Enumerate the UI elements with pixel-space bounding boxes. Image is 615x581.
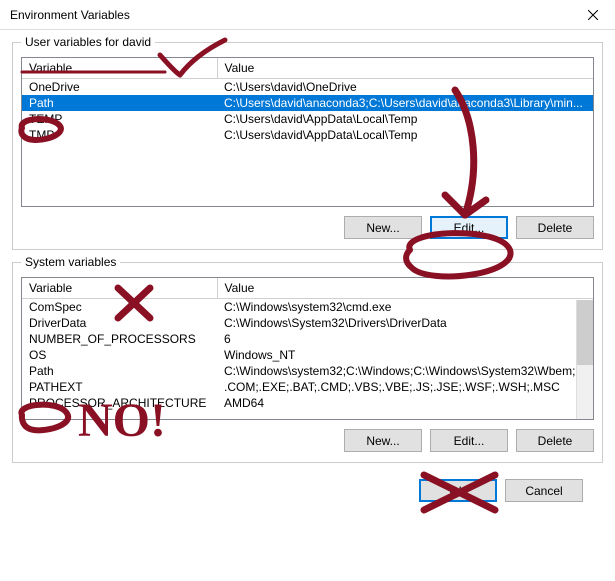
cell-value: C:\Users\david\anaconda3;C:\Users\david\… <box>217 95 593 111</box>
cell-variable: TMP <box>22 127 217 143</box>
ok-button[interactable]: OK <box>419 479 497 502</box>
cell-variable: ComSpec <box>22 299 217 316</box>
system-variables-group: System variables Variable Value ComSpecC… <box>12 262 603 463</box>
user-buttons-row: New... Edit... Delete <box>13 213 602 249</box>
cell-variable: OneDrive <box>22 79 217 96</box>
cell-variable: Path <box>22 363 217 379</box>
user-variables-table-wrap: Variable Value OneDriveC:\Users\david\On… <box>21 57 594 207</box>
system-edit-button[interactable]: Edit... <box>430 429 508 452</box>
system-col-variable[interactable]: Variable <box>22 278 217 299</box>
system-scrollbar[interactable] <box>576 300 593 419</box>
system-buttons-row: New... Edit... Delete <box>13 426 602 462</box>
user-col-value[interactable]: Value <box>217 58 593 79</box>
cell-variable: NUMBER_OF_PROCESSORS <box>22 331 217 347</box>
user-new-button[interactable]: New... <box>344 216 422 239</box>
table-row[interactable]: TEMPC:\Users\david\AppData\Local\Temp <box>22 111 593 127</box>
cell-value: C:\Users\david\AppData\Local\Temp <box>217 111 593 127</box>
table-row[interactable]: OSWindows_NT <box>22 347 593 363</box>
cell-variable: Path <box>22 95 217 111</box>
table-row[interactable]: NUMBER_OF_PROCESSORS6 <box>22 331 593 347</box>
dialog-footer: OK Cancel <box>12 473 603 516</box>
window-title: Environment Variables <box>10 8 570 22</box>
scrollbar-thumb[interactable] <box>577 300 593 365</box>
system-new-button[interactable]: New... <box>344 429 422 452</box>
close-button[interactable] <box>570 0 615 30</box>
user-variables-label: User variables for david <box>21 35 155 49</box>
user-col-variable[interactable]: Variable <box>22 58 217 79</box>
cell-value: C:\Windows\System32\Drivers\DriverData <box>217 315 593 331</box>
cell-value: C:\Users\david\AppData\Local\Temp <box>217 127 593 143</box>
cell-value: C:\Users\david\OneDrive <box>217 79 593 96</box>
cell-variable: TEMP <box>22 111 217 127</box>
cell-value: 6 <box>217 331 593 347</box>
table-row[interactable]: TMPC:\Users\david\AppData\Local\Temp <box>22 127 593 143</box>
table-row[interactable]: PROCESSOR_ARCHITECTUREAMD64 <box>22 395 593 411</box>
system-delete-button[interactable]: Delete <box>516 429 594 452</box>
user-delete-button[interactable]: Delete <box>516 216 594 239</box>
table-row[interactable]: OneDriveC:\Users\david\OneDrive <box>22 79 593 96</box>
system-col-value[interactable]: Value <box>217 278 593 299</box>
titlebar: Environment Variables <box>0 0 615 30</box>
cell-variable: DriverData <box>22 315 217 331</box>
cell-value: AMD64 <box>217 395 593 411</box>
close-icon <box>588 10 598 20</box>
cell-variable: OS <box>22 347 217 363</box>
user-edit-button[interactable]: Edit... <box>430 216 508 239</box>
table-row[interactable]: DriverDataC:\Windows\System32\Drivers\Dr… <box>22 315 593 331</box>
cancel-button[interactable]: Cancel <box>505 479 583 502</box>
user-variables-table[interactable]: Variable Value OneDriveC:\Users\david\On… <box>22 58 593 143</box>
table-row[interactable]: PathC:\Users\david\anaconda3;C:\Users\da… <box>22 95 593 111</box>
cell-variable: PATHEXT <box>22 379 217 395</box>
table-row[interactable]: ComSpecC:\Windows\system32\cmd.exe <box>22 299 593 316</box>
system-variables-table-wrap: Variable Value ComSpecC:\Windows\system3… <box>21 277 594 420</box>
user-variables-group: User variables for david Variable Value … <box>12 42 603 250</box>
table-row[interactable]: PATHEXT.COM;.EXE;.BAT;.CMD;.VBS;.VBE;.JS… <box>22 379 593 395</box>
cell-value: Windows_NT <box>217 347 593 363</box>
system-variables-table[interactable]: Variable Value ComSpecC:\Windows\system3… <box>22 278 593 411</box>
table-row[interactable]: PathC:\Windows\system32;C:\Windows;C:\Wi… <box>22 363 593 379</box>
cell-value: .COM;.EXE;.BAT;.CMD;.VBS;.VBE;.JS;.JSE;.… <box>217 379 593 395</box>
cell-variable: PROCESSOR_ARCHITECTURE <box>22 395 217 411</box>
cell-value: C:\Windows\system32\cmd.exe <box>217 299 593 316</box>
system-variables-label: System variables <box>21 255 120 269</box>
cell-value: C:\Windows\system32;C:\Windows;C:\Window… <box>217 363 593 379</box>
